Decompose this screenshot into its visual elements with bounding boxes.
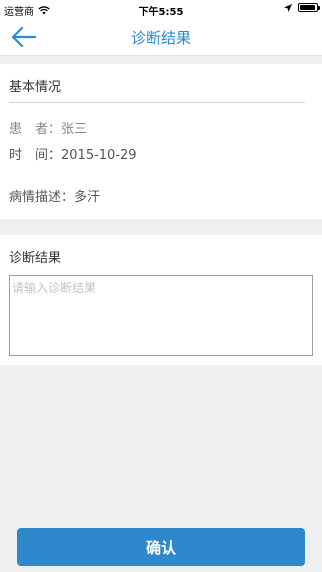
description-label: 病情描述： [9, 190, 75, 205]
status-bar: 运营商 下午5:55 [0, 0, 322, 18]
time-row: 时 间：2015-10-29 [9, 144, 137, 163]
diagnosis-section: 诊断结果 [0, 235, 322, 365]
status-time: 下午5:55 [138, 7, 184, 18]
status-right [284, 3, 320, 12]
nav-bar: 诊断结果 [0, 18, 322, 56]
basic-info-title: 基本情况 [9, 80, 62, 95]
description-value: 多汗 [74, 190, 101, 205]
patient-label: 患 者： [9, 122, 62, 137]
section-divider [9, 102, 305, 103]
location-arrow-icon [284, 3, 292, 12]
basic-info-section: 基本情况 患 者：张三 时 间：2015-10-29 病情描述：多汗 [0, 64, 322, 219]
time-label: 时 间： [9, 148, 62, 163]
patient-row: 患 者：张三 [9, 118, 87, 137]
patient-value: 张三 [61, 122, 88, 137]
page-title: 诊断结果 [130, 29, 191, 47]
diagnosis-input[interactable] [9, 275, 313, 356]
diagnosis-title: 诊断结果 [9, 251, 62, 266]
description-row: 病情描述：多汗 [9, 186, 100, 205]
confirm-button[interactable]: 确认 [17, 528, 305, 566]
time-value: 2015-10-29 [61, 148, 137, 163]
battery-icon [298, 3, 320, 12]
